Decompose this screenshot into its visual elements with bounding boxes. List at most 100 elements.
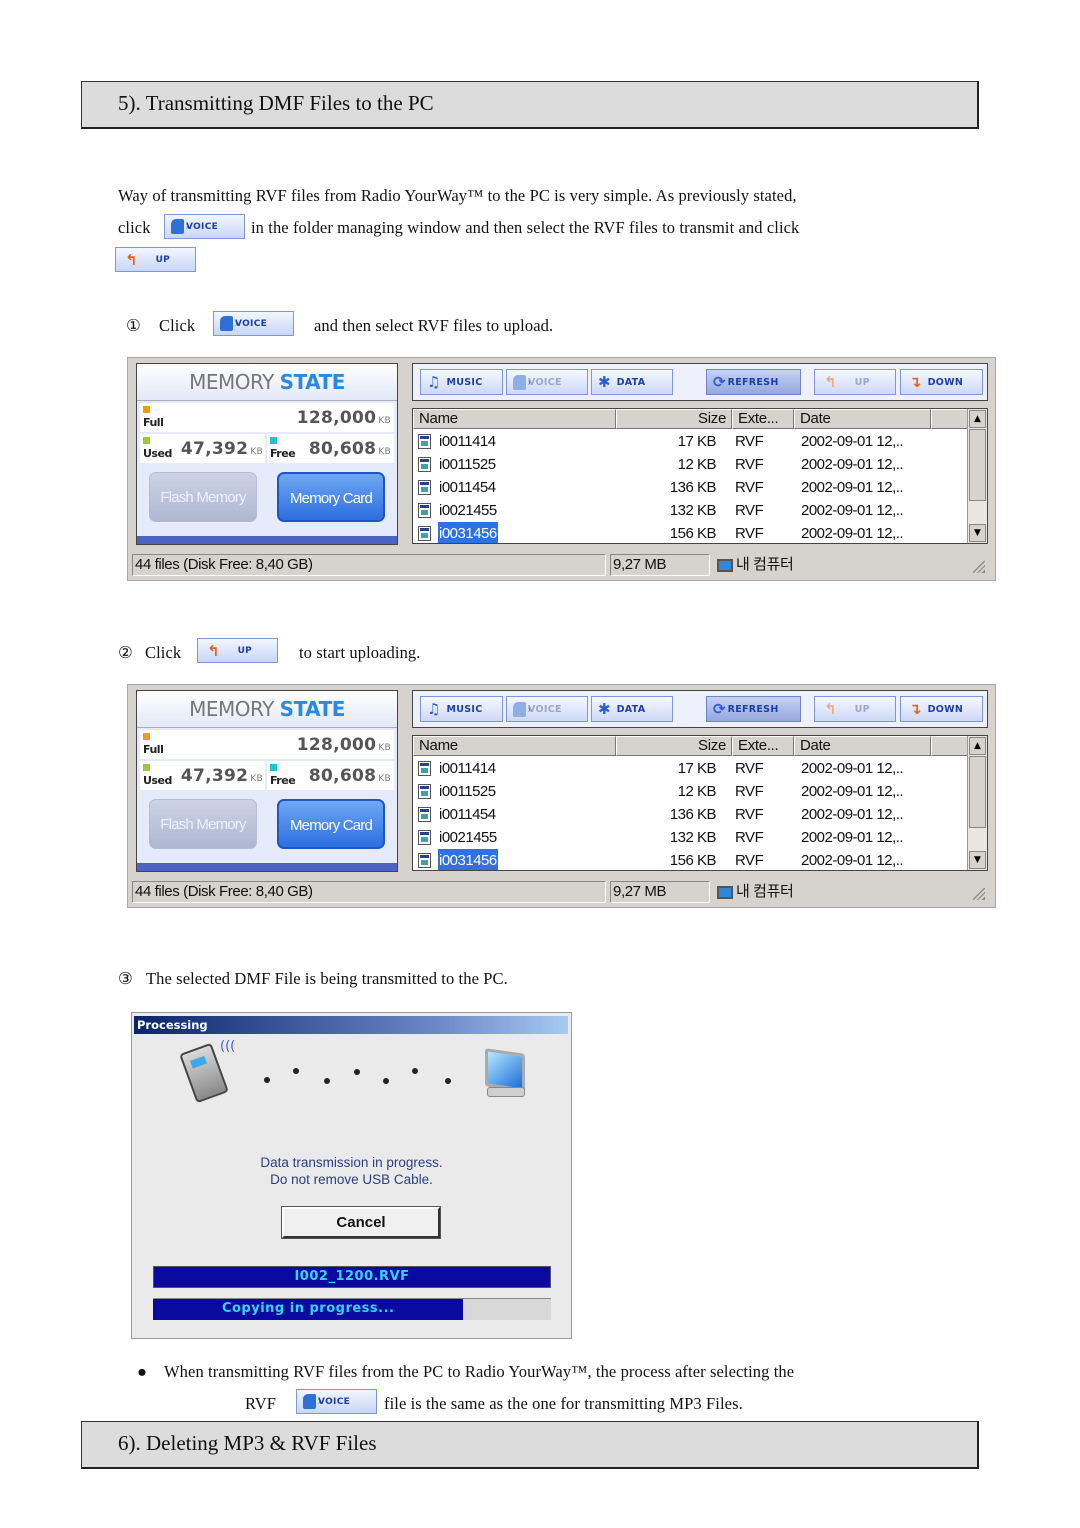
asterisk-data-icon: ✱: [598, 700, 611, 718]
free-value: 80,608 KB: [308, 766, 391, 786]
cancel-button[interactable]: Cancel: [281, 1206, 441, 1239]
music-button[interactable]: ♫ MUSIC: [420, 696, 503, 722]
toolbar: ♫ MUSIC VOICE ✱ DATA ⟳ REFRESH ↰ UP ↴ DO…: [412, 363, 988, 401]
note-line-2-prefix: RVF: [245, 1394, 277, 1413]
down-button[interactable]: ↴ DOWN: [900, 369, 983, 395]
file-size: 136 KB: [669, 806, 717, 823]
file-row[interactable]: i0031456 156 KB RVF 2002-09-01 12,..: [413, 849, 968, 870]
file-row[interactable]: i0021455 132 KB RVF 2002-09-01 12,..: [413, 826, 968, 849]
status-files: 44 files (Disk Free: 8,40 GB): [132, 554, 606, 576]
memory-card-button[interactable]: Memory Card: [277, 799, 385, 849]
file-name: i0011414: [439, 433, 496, 450]
resize-grip-icon[interactable]: [973, 888, 985, 900]
file-name: i0031456: [438, 849, 498, 870]
file-row[interactable]: i0011414 17 KB RVF 2002-09-01 12,..: [413, 430, 968, 453]
column-header-name[interactable]: Name: [413, 409, 616, 429]
voice-button[interactable]: VOICE: [506, 369, 588, 395]
voice-button-step-1[interactable]: VOICE: [213, 311, 294, 336]
file-date: 2002-09-01 12,..: [801, 829, 904, 846]
music-button[interactable]: ♫ MUSIC: [420, 369, 503, 395]
vertical-scrollbar[interactable]: ▲ ▼: [967, 409, 987, 543]
data-button[interactable]: ✱ DATA: [591, 696, 673, 722]
memory-used-row: Used 47,392 KB: [140, 434, 265, 463]
data-button[interactable]: ✱ DATA: [591, 369, 673, 395]
voice-button-inline[interactable]: VOICE: [164, 214, 245, 239]
up-button[interactable]: ↰ UP: [814, 369, 896, 395]
intro-line-2-prefix: click: [118, 218, 151, 237]
memory-full-row: Full 128,000 KB: [140, 403, 394, 432]
file-row[interactable]: i0021455 132 KB RVF 2002-09-01 12,..: [413, 499, 968, 522]
resize-grip-icon[interactable]: [973, 561, 985, 573]
file-row[interactable]: i0031456 156 KB RVF 2002-09-01 12,..: [413, 522, 968, 543]
copy-progress-bar: Copying in progress...: [153, 1298, 551, 1320]
column-header-blank: [931, 409, 968, 429]
file-extension: RVF: [735, 456, 764, 473]
file-row[interactable]: i0011454 136 KB RVF 2002-09-01 12,..: [413, 803, 968, 826]
note-bullet: ●: [137, 1362, 148, 1381]
status-location: 내 컴퓨터: [714, 554, 986, 576]
column-header-name[interactable]: Name: [413, 736, 616, 756]
file-name: i0011525: [439, 783, 496, 800]
refresh-button[interactable]: ⟳ REFRESH: [706, 369, 801, 395]
column-header-date[interactable]: Date: [794, 409, 931, 429]
file-extension: RVF: [735, 760, 764, 777]
note-line-1: When transmitting RVF files from the PC …: [164, 1362, 795, 1381]
file-row[interactable]: i0011525 12 KB RVF 2002-09-01 12,..: [413, 453, 968, 476]
column-header-size[interactable]: Size: [616, 409, 732, 429]
voice-button[interactable]: VOICE: [506, 696, 588, 722]
scroll-down-arrow-icon[interactable]: ▼: [969, 524, 986, 542]
file-size: 132 KB: [669, 829, 717, 846]
column-header-blank: [931, 736, 968, 756]
file-name: i0021455: [439, 502, 497, 519]
file-row[interactable]: i0011454 136 KB RVF 2002-09-01 12,..: [413, 476, 968, 499]
status-size: 9,27 MB: [610, 554, 710, 576]
voice-button-note[interactable]: VOICE: [296, 1389, 377, 1414]
file-size: 132 KB: [669, 502, 717, 519]
up-button-inline[interactable]: ↰ UP: [115, 247, 196, 272]
rvf-file-icon: [418, 526, 431, 541]
pc-monitor-icon: [485, 1048, 525, 1092]
memory-full-row: Full 128,000 KB: [140, 730, 394, 759]
rvf-file-icon: [418, 784, 431, 799]
free-label: Free: [270, 447, 296, 460]
column-header-extension[interactable]: Exte...: [732, 409, 794, 429]
up-button-label: UP: [155, 254, 171, 265]
free-value: 80,608 KB: [308, 439, 391, 459]
scrollbar-thumb[interactable]: [969, 756, 986, 828]
flash-memory-button[interactable]: Flash Memory: [149, 799, 257, 849]
file-list: Name Size Exte... Date i0011414 17 KB RVF 2…: [412, 735, 988, 871]
column-header-extension[interactable]: Exte...: [732, 736, 794, 756]
up-button-step-2[interactable]: ↰ UP: [197, 638, 278, 663]
step-2-suffix: to start uploading.: [299, 643, 421, 662]
file-row[interactable]: i0011525 12 KB RVF 2002-09-01 12,..: [413, 780, 968, 803]
memory-card-button[interactable]: Memory Card: [277, 472, 385, 522]
used-swatch: [143, 437, 150, 444]
full-label: Full: [143, 743, 164, 756]
rvf-file-icon: [418, 761, 431, 776]
down-button[interactable]: ↴ DOWN: [900, 696, 983, 722]
file-extension: RVF: [735, 433, 764, 450]
rvf-file-icon: [418, 503, 431, 518]
file-size: 156 KB: [669, 852, 717, 869]
column-header-size[interactable]: Size: [616, 736, 732, 756]
scroll-up-arrow-icon[interactable]: ▲: [969, 410, 986, 428]
file-row[interactable]: i0011414 17 KB RVF 2002-09-01 12,..: [413, 757, 968, 780]
file-extension: RVF: [735, 783, 764, 800]
vertical-scrollbar[interactable]: ▲ ▼: [967, 736, 987, 870]
refresh-button[interactable]: ⟳ REFRESH: [706, 696, 801, 722]
full-swatch: [143, 733, 150, 740]
file-size: 156 KB: [669, 525, 717, 542]
flash-memory-button[interactable]: Flash Memory: [149, 472, 257, 522]
up-button[interactable]: ↰ UP: [814, 696, 896, 722]
used-label: Used: [143, 774, 172, 787]
full-value: 128,000 KB: [296, 408, 391, 428]
step-3-number: ③: [118, 969, 133, 988]
scrollbar-thumb[interactable]: [969, 429, 986, 501]
column-header-date[interactable]: Date: [794, 736, 931, 756]
file-size: 136 KB: [669, 479, 717, 496]
memory-used-row: Used 47,392 KB: [140, 761, 265, 790]
transfer-dot: [383, 1078, 389, 1084]
free-label: Free: [270, 774, 296, 787]
scroll-down-arrow-icon[interactable]: ▼: [969, 851, 986, 869]
scroll-up-arrow-icon[interactable]: ▲: [969, 737, 986, 755]
